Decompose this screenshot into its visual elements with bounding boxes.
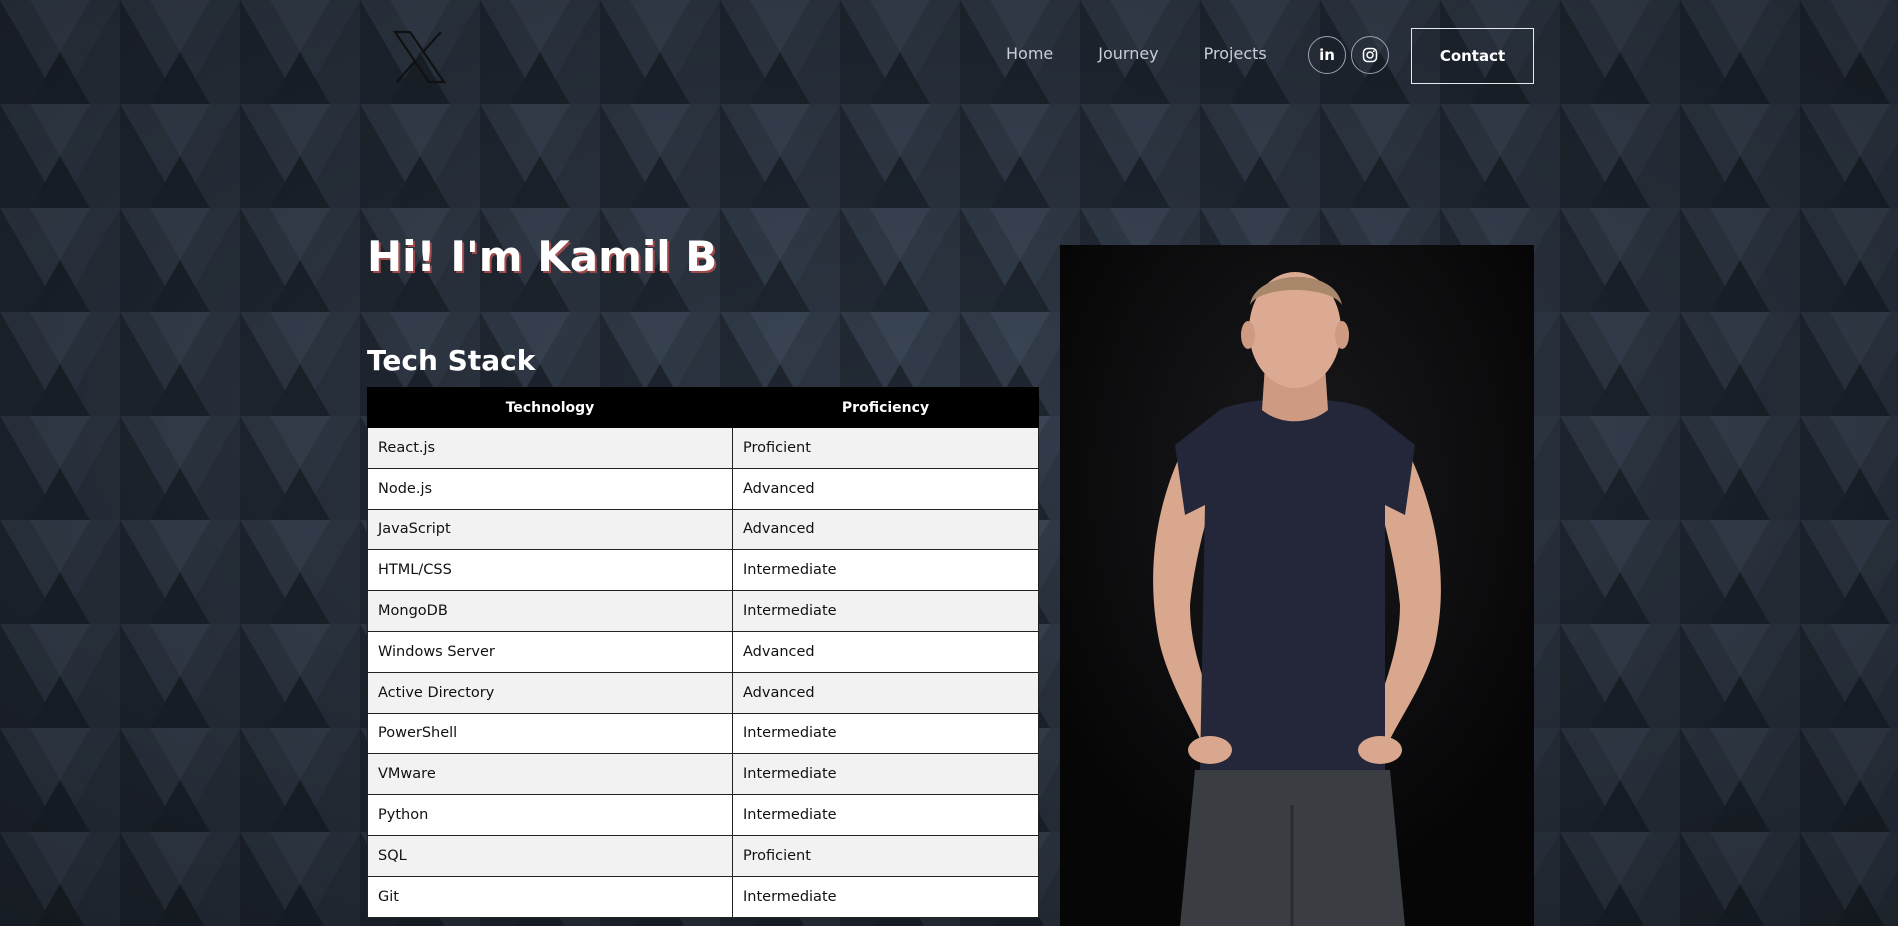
table-row: React.js Proficient: [367, 427, 1039, 469]
proficiency-cell: Intermediate: [732, 794, 1039, 836]
page: Home Journey Projects in Contact Hi! I'm…: [0, 0, 1898, 926]
proficiency-cell: Intermediate: [732, 753, 1039, 796]
technology-cell: Git: [367, 875, 733, 918]
table-row: VMware Intermediate: [367, 753, 1039, 796]
main-nav: Home Journey Projects: [1006, 44, 1267, 63]
technology-cell: MongoDB: [367, 590, 733, 632]
table-row: SQL Proficient: [367, 834, 1039, 877]
linkedin-icon: in: [1319, 46, 1335, 64]
proficiency-cell: Proficient: [732, 427, 1039, 469]
technology-cell: Node.js: [367, 467, 733, 510]
technology-cell: HTML/CSS: [367, 549, 733, 592]
table-row: HTML/CSS Intermediate: [367, 549, 1039, 592]
table-row: PowerShell Intermediate: [367, 712, 1039, 755]
technology-cell: Active Directory: [367, 671, 733, 714]
contact-button[interactable]: Contact: [1411, 28, 1534, 84]
portrait-illustration: [1060, 245, 1534, 926]
table-row: Windows Server Advanced: [367, 630, 1039, 673]
technology-cell: PowerShell: [367, 712, 733, 755]
table-row: JavaScript Advanced: [367, 508, 1039, 551]
proficiency-cell: Proficient: [732, 834, 1039, 877]
technology-cell: React.js: [367, 427, 733, 469]
hero-title: Hi! I'm Kamil B: [367, 232, 718, 281]
x-logo-icon[interactable]: [392, 30, 446, 84]
table-row: Git Intermediate: [367, 875, 1039, 918]
nav-journey[interactable]: Journey: [1098, 44, 1158, 63]
instagram-button[interactable]: [1351, 36, 1389, 74]
instagram-icon: [1362, 47, 1378, 63]
tech-stack-title: Tech Stack: [367, 344, 536, 377]
proficiency-cell: Intermediate: [732, 875, 1039, 918]
table-row: Python Intermediate: [367, 794, 1039, 836]
table-row: Node.js Advanced: [367, 467, 1039, 510]
proficiency-cell: Intermediate: [732, 712, 1039, 755]
table-row: Active Directory Advanced: [367, 671, 1039, 714]
technology-cell: Python: [367, 794, 733, 836]
linkedin-button[interactable]: in: [1308, 36, 1346, 74]
nav-projects[interactable]: Projects: [1204, 44, 1267, 63]
technology-cell: JavaScript: [367, 508, 733, 551]
proficiency-cell: Advanced: [732, 467, 1039, 510]
table-header-row: Technology Proficiency: [367, 387, 1039, 428]
nav-home[interactable]: Home: [1006, 44, 1053, 63]
column-header-technology: Technology: [367, 387, 733, 428]
proficiency-cell: Advanced: [732, 630, 1039, 673]
column-header-proficiency: Proficiency: [732, 387, 1039, 428]
proficiency-cell: Advanced: [732, 508, 1039, 551]
proficiency-cell: Intermediate: [732, 549, 1039, 592]
proficiency-cell: Advanced: [732, 671, 1039, 714]
profile-photo: [1060, 245, 1534, 926]
proficiency-cell: Intermediate: [732, 590, 1039, 632]
technology-cell: SQL: [367, 834, 733, 877]
technology-cell: Windows Server: [367, 630, 733, 673]
technology-cell: VMware: [367, 753, 733, 796]
tech-stack-table: Technology Proficiency React.js Proficien…: [367, 387, 1039, 918]
table-row: MongoDB Intermediate: [367, 590, 1039, 632]
